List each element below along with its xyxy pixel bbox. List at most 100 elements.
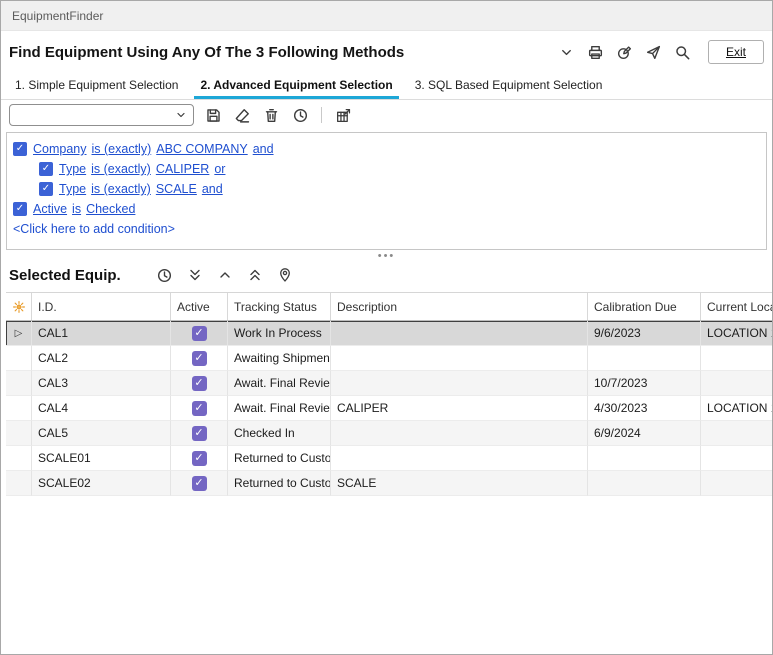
exit-button[interactable]: Exit: [708, 40, 764, 64]
table-row[interactable]: CAL5✓Checked In6/9/2024: [6, 421, 773, 446]
active-checkbox[interactable]: ✓: [192, 326, 207, 341]
table-row[interactable]: CAL2✓Awaiting Shipment: [6, 346, 773, 371]
cell-calibration-due: [588, 346, 701, 371]
trash-icon[interactable]: [261, 105, 281, 125]
cell-id: CAL5: [32, 421, 171, 446]
cell-id: SCALE01: [32, 446, 171, 471]
send-icon[interactable]: [644, 42, 664, 62]
search-icon[interactable]: [673, 42, 693, 62]
table-row[interactable]: SCALE01 ✓ Returned to Customer: [6, 446, 773, 471]
tab-advanced-equipment-selection[interactable]: 2. Advanced Equipment Selection: [190, 73, 402, 99]
condition-value-link[interactable]: CALIPER: [156, 162, 210, 176]
condition-operator-link[interactable]: is (exactly): [91, 182, 151, 196]
row-indicator: [6, 371, 32, 396]
condition-conjunction-link[interactable]: or: [214, 162, 225, 176]
cell-active: ✓: [171, 346, 228, 371]
history-icon[interactable]: [290, 105, 310, 125]
column-header-active[interactable]: Active: [171, 293, 228, 320]
table-row[interactable]: CAL4✓Await. Final ReviewCALIPER4/30/2023…: [6, 396, 773, 421]
tab-strip: 1. Simple Equipment Selection 2. Advance…: [1, 73, 772, 100]
condition-checkbox[interactable]: ✓: [39, 182, 53, 196]
condition-row: ✓ Active is Checked: [7, 199, 766, 219]
active-checkbox[interactable]: ✓: [192, 351, 207, 366]
cell-tracking-status: Returned to Customer: [228, 471, 331, 496]
condition-conjunction-link[interactable]: and: [202, 182, 223, 196]
chevron-up-icon[interactable]: [215, 265, 235, 285]
condition-checkbox[interactable]: ✓: [39, 162, 53, 176]
condition-builder: ✓Companyis (exactly)ABC COMPANYand✓Typei…: [6, 132, 767, 250]
tab-simple-equipment-selection[interactable]: 1. Simple Equipment Selection: [5, 73, 188, 99]
cell-id: CAL4: [32, 396, 171, 421]
active-checkbox[interactable]: ✓: [192, 451, 207, 466]
condition-value-link[interactable]: Checked: [86, 202, 135, 216]
condition-value-link[interactable]: SCALE: [156, 182, 197, 196]
condition-row: ✓ Type is (exactly) CALIPER or: [7, 159, 766, 179]
column-header-calibration-due[interactable]: Calibration Due: [588, 293, 701, 320]
condition-operator-link[interactable]: is: [72, 202, 81, 216]
history-icon[interactable]: [155, 265, 175, 285]
table-row[interactable]: ▷CAL1✓Work In Process9/6/2023LOCATION 1: [6, 321, 773, 346]
double-chevron-up-icon[interactable]: [245, 265, 265, 285]
cell-current-location: [701, 421, 773, 446]
cell-description: CALIPER: [331, 396, 588, 421]
condition-field-link[interactable]: Company: [33, 142, 87, 156]
location-pin-icon[interactable]: [275, 265, 295, 285]
printer-icon[interactable]: [586, 42, 606, 62]
condition-field-link[interactable]: Type: [59, 182, 86, 196]
column-header-id[interactable]: I.D.: [32, 293, 171, 320]
grid-header-row: I.D. Active Tracking Status Description …: [6, 292, 773, 321]
splitter-handle[interactable]: •••: [1, 250, 772, 263]
cell-description: [331, 371, 588, 396]
add-condition-link[interactable]: <Click here to add condition>: [7, 219, 766, 236]
double-chevron-down-icon[interactable]: [185, 265, 205, 285]
app-window: EquipmentFinder Find Equipment Using Any…: [0, 0, 773, 655]
cell-current-location: [701, 446, 773, 471]
tab-sql-based-equipment-selection[interactable]: 3. SQL Based Equipment Selection: [405, 73, 613, 99]
active-checkbox[interactable]: ✓: [192, 426, 207, 441]
table-row[interactable]: CAL3✓Await. Final Review10/7/2023: [6, 371, 773, 396]
header-toolbar: Exit: [557, 40, 764, 64]
cell-id: CAL2: [32, 346, 171, 371]
condition-field-link[interactable]: Active: [33, 202, 67, 216]
cell-tracking-status: Returned to Customer: [228, 446, 331, 471]
table-row[interactable]: SCALE02✓Returned to CustomerSCALE: [6, 471, 773, 496]
cell-description: [331, 321, 588, 346]
cell-calibration-due: [588, 446, 701, 471]
condition-value-link[interactable]: ABC COMPANY: [156, 142, 247, 156]
cell-calibration-due: [588, 471, 701, 496]
cell-description: [331, 346, 588, 371]
condition-conjunction-link[interactable]: and: [253, 142, 274, 156]
column-header-description[interactable]: Description: [331, 293, 588, 320]
condition-checkbox[interactable]: ✓: [13, 142, 27, 156]
condition-row: ✓ Company is (exactly) ABC COMPANY and: [7, 139, 766, 159]
condition-operator-link[interactable]: is (exactly): [92, 142, 152, 156]
equipment-grid: I.D. Active Tracking Status Description …: [6, 292, 773, 496]
cell-current-location: [701, 371, 773, 396]
combobox-chevron-icon[interactable]: [174, 108, 188, 122]
toolbar-separator: [321, 107, 322, 123]
condition-checkbox[interactable]: ✓: [13, 202, 27, 216]
active-checkbox[interactable]: ✓: [192, 376, 207, 391]
active-checkbox[interactable]: ✓: [192, 476, 207, 491]
chevron-down-icon[interactable]: [557, 42, 577, 62]
grid-arrow-icon[interactable]: [333, 105, 353, 125]
column-header-current-location[interactable]: Current Location: [701, 293, 773, 320]
cell-calibration-due: 10/7/2023: [588, 371, 701, 396]
condition-operator-link[interactable]: is (exactly): [91, 162, 151, 176]
header-bar: Find Equipment Using Any Of The 3 Follow…: [1, 34, 772, 70]
edit-icon[interactable]: [615, 42, 635, 62]
active-checkbox[interactable]: ✓: [192, 401, 207, 416]
cell-id: CAL3: [32, 371, 171, 396]
row-indicator: [6, 396, 32, 421]
condition-field-link[interactable]: Type: [59, 162, 86, 176]
cell-active: ✓: [171, 471, 228, 496]
row-indicator: [6, 346, 32, 371]
row-indicator: [6, 421, 32, 446]
grid-customize-cell[interactable]: [6, 293, 32, 320]
cell-id: SCALE02: [32, 471, 171, 496]
save-icon[interactable]: [203, 105, 223, 125]
column-header-tracking-status[interactable]: Tracking Status: [228, 293, 331, 320]
sun-icon: [12, 300, 26, 314]
filter-preset-combobox[interactable]: [9, 104, 194, 126]
eraser-icon[interactable]: [232, 105, 252, 125]
